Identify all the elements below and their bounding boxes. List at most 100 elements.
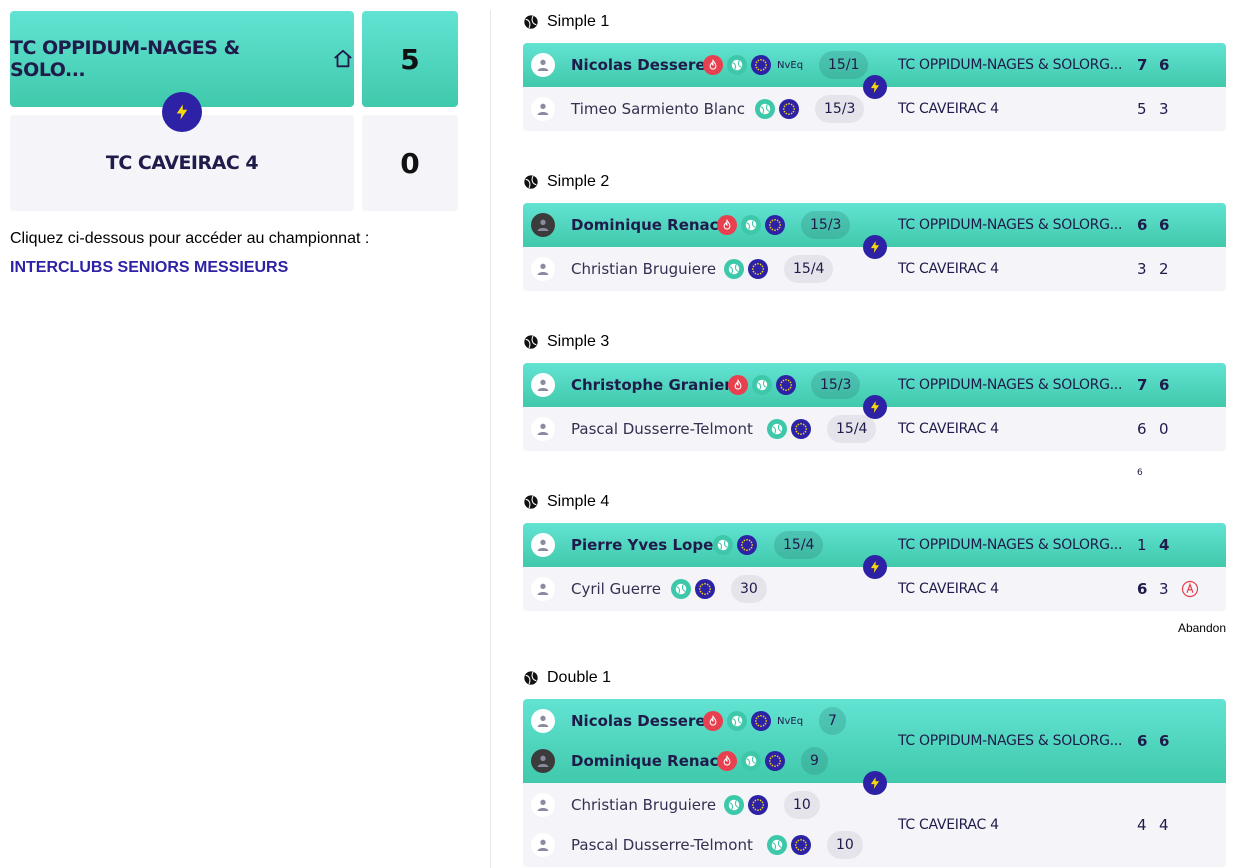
player-name[interactable]: Pierre Yves Lopez xyxy=(571,523,722,567)
fire-icon xyxy=(703,55,723,75)
tennis-ball-icon xyxy=(523,494,539,510)
club-name: TC OPPIDUM-NAGES & SOLORG... xyxy=(898,217,1123,233)
divider xyxy=(490,10,491,868)
ranking-badge: 30 xyxy=(731,575,767,603)
player-badges xyxy=(671,579,719,599)
club-name: TC CAVEIRAC 4 xyxy=(898,261,999,277)
eu-flag-icon xyxy=(748,795,768,815)
club-name: TC OPPIDUM-NAGES & SOLORG... xyxy=(898,733,1123,749)
match-card[interactable]: Christophe Granier 15/3 TC OPPIDUM-NAGES… xyxy=(523,363,1226,478)
match-title: Simple 2 xyxy=(523,173,609,191)
eu-flag-icon xyxy=(737,535,757,555)
championship-link[interactable]: INTERCLUBS SENIORS MESSIEURS xyxy=(10,259,288,277)
eu-flag-icon xyxy=(791,419,811,439)
away-team-name: TC CAVEIRAC 4 xyxy=(105,152,259,174)
tennis-ball-icon xyxy=(741,751,761,771)
lightning-icon xyxy=(863,771,887,795)
tennis-ball-icon xyxy=(767,419,787,439)
eu-flag-icon xyxy=(779,99,799,119)
tennis-ball-icon xyxy=(755,99,775,119)
eu-flag-icon xyxy=(748,259,768,279)
player-name[interactable]: Nicolas Dessere xyxy=(571,43,706,87)
match-card[interactable]: Pierre Yves Lopez 15/4 TC OPPIDUM-NAGES … xyxy=(523,523,1226,611)
tiebreak-score: 6 xyxy=(1137,468,1143,478)
player-badges xyxy=(728,375,800,395)
match-title: Simple 4 xyxy=(523,493,609,511)
club-name: TC CAVEIRAC 4 xyxy=(898,421,999,437)
tennis-ball-icon xyxy=(724,259,744,279)
tennis-ball-icon xyxy=(727,55,747,75)
home-team-name: TC OPPIDUM-NAGES & SOLO... xyxy=(10,37,240,81)
ranking-badge: 15/3 xyxy=(811,371,861,399)
avatar xyxy=(531,709,555,733)
avatar xyxy=(531,577,555,601)
lightning-icon xyxy=(863,555,887,579)
match-card[interactable]: Nicolas Dessere NvEq 7 Dominique Renac 9… xyxy=(523,699,1226,867)
avatar xyxy=(531,833,555,857)
club-name: TC OPPIDUM-NAGES & SOLORG... xyxy=(898,377,1123,393)
tennis-ball-icon xyxy=(713,535,733,555)
player-badges xyxy=(713,535,761,555)
set-scores: 66 0 xyxy=(1137,420,1169,478)
nveq-tag: NvEq xyxy=(777,59,804,71)
match-title: Simple 1 xyxy=(523,13,609,31)
avatar xyxy=(531,257,555,281)
player-name[interactable]: Pascal Dusserre-Telmont xyxy=(571,407,753,451)
set-scores: 53 xyxy=(1137,100,1169,118)
set-scores: 76 xyxy=(1137,376,1170,394)
fire-icon xyxy=(728,375,748,395)
avatar xyxy=(531,793,555,817)
player-badges: NvEq xyxy=(703,711,803,731)
tennis-ball-icon xyxy=(741,215,761,235)
avatar xyxy=(531,417,555,441)
player-name[interactable]: Pascal Dusserre-Telmont xyxy=(571,825,753,865)
tennis-ball-icon xyxy=(523,174,539,190)
club-name: TC CAVEIRAC 4 xyxy=(898,817,999,833)
abandon-note: Abandon xyxy=(1177,621,1226,635)
player-name[interactable]: Timeo Sarmiento Blanc xyxy=(571,87,745,131)
avatar xyxy=(531,53,555,77)
ranking-badge: 7 xyxy=(819,707,846,735)
set-scores: 66 xyxy=(1137,216,1170,234)
ranking-badge: 9 xyxy=(801,747,828,775)
tennis-ball-icon xyxy=(671,579,691,599)
tennis-ball-icon xyxy=(752,375,772,395)
match-card[interactable]: Nicolas Dessere NvEq 15/1 TC OPPIDUM-NAG… xyxy=(523,43,1226,131)
avatar xyxy=(531,749,555,773)
player-line: Pascal Dusserre-Telmont 10 xyxy=(523,825,1226,865)
club-name: TC CAVEIRAC 4 xyxy=(898,101,999,117)
tennis-ball-icon xyxy=(727,711,747,731)
match-title: Double 1 xyxy=(523,669,611,687)
player-name[interactable]: Christian Bruguiere xyxy=(571,247,716,291)
loser-row: Christian Bruguiere 10 Pascal Dusserre-T… xyxy=(523,783,1226,867)
player-badges xyxy=(724,259,772,279)
player-badges xyxy=(717,215,789,235)
avatar xyxy=(531,533,555,557)
player-name[interactable]: Dominique Renac xyxy=(571,741,719,781)
set-scores: 66 xyxy=(1137,732,1170,750)
away-score: 0 xyxy=(362,115,458,211)
ranking-badge: 15/3 xyxy=(815,95,865,123)
fire-icon xyxy=(703,711,723,731)
player-name[interactable]: Christian Bruguiere xyxy=(571,785,716,825)
set-scores: 32 xyxy=(1137,260,1169,278)
player-name[interactable]: Christophe Granier xyxy=(571,363,732,407)
lightning-icon xyxy=(863,75,887,99)
eu-flag-icon xyxy=(776,375,796,395)
player-name[interactable]: Nicolas Dessere xyxy=(571,701,706,741)
lightning-icon xyxy=(162,92,202,132)
avatar xyxy=(531,373,555,397)
tennis-ball-icon xyxy=(523,670,539,686)
nveq-tag: NvEq xyxy=(777,715,804,727)
championship-intro-text: Cliquez ci-dessous pour accéder au champ… xyxy=(10,230,370,247)
fire-icon xyxy=(717,215,737,235)
player-badges xyxy=(717,751,789,771)
tennis-ball-icon xyxy=(767,835,787,855)
player-name[interactable]: Cyril Guerre xyxy=(571,567,661,611)
player-name[interactable]: Dominique Renac xyxy=(571,203,719,247)
player-badges xyxy=(724,795,772,815)
tennis-ball-icon xyxy=(523,14,539,30)
ranking-badge: 10 xyxy=(784,791,820,819)
match-card[interactable]: Dominique Renac 15/3 TC OPPIDUM-NAGES & … xyxy=(523,203,1226,291)
avatar xyxy=(531,97,555,121)
